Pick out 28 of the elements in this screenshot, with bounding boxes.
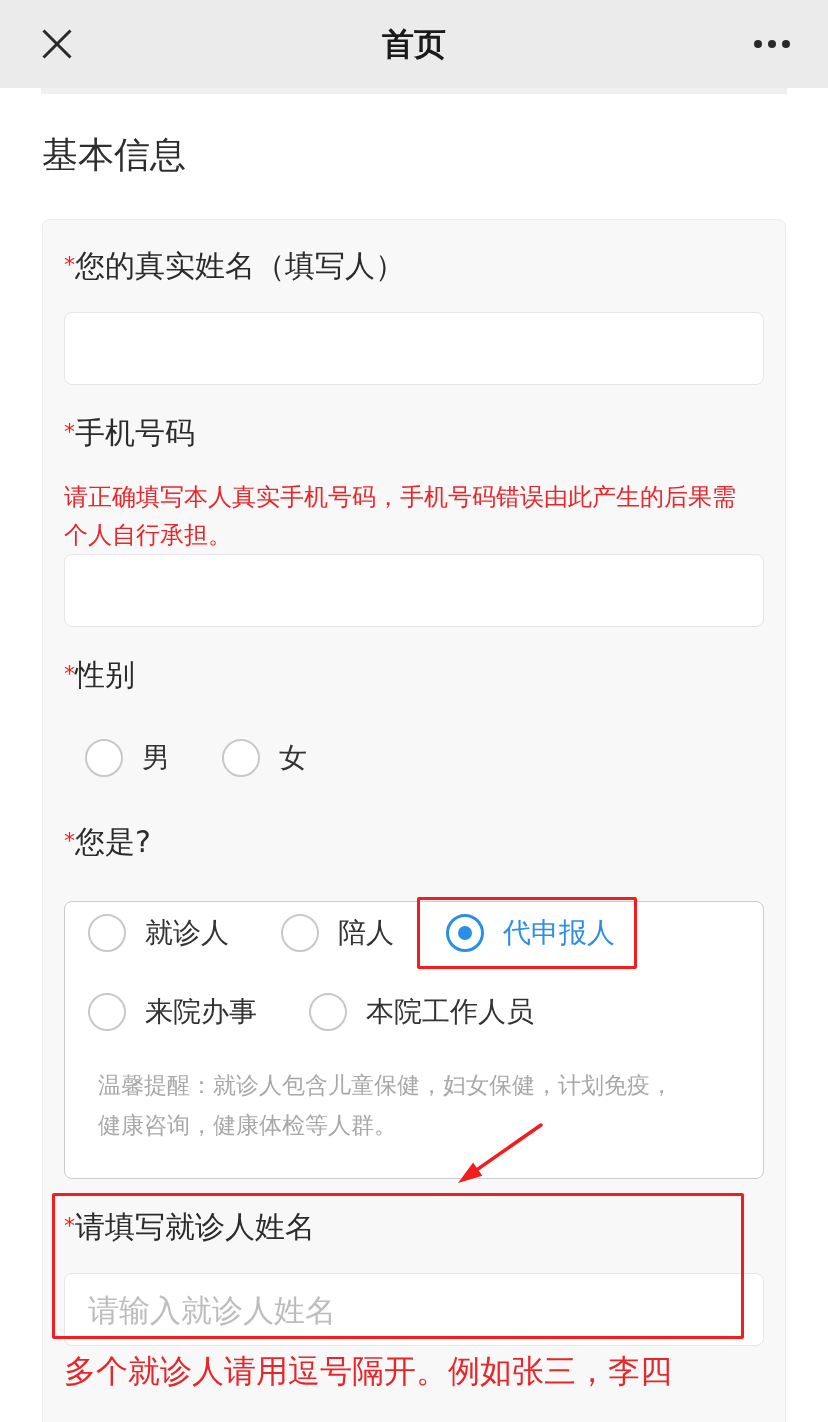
warning-note: 请正确填写本人真实手机号码，手机号码错误由此产生的后果需个人自行承担。 xyxy=(64,482,737,551)
field-label: $^{*}$您是? xyxy=(64,823,151,861)
radio-icon[interactable] xyxy=(88,914,126,952)
field-label: $^{*}$性别 xyxy=(64,656,135,694)
input-field[interactable] xyxy=(64,312,764,385)
hint-text: 多个就诊人请用逗号隔开。例如张三，李四 xyxy=(64,1351,672,1391)
radio-option[interactable]: 男 xyxy=(85,739,170,777)
radio-icon[interactable] xyxy=(88,993,126,1031)
field-label: $^{*}$您的真实姓名（填写人） xyxy=(64,247,405,285)
radio-icon[interactable] xyxy=(85,739,123,777)
radio-option[interactable]: 就诊人 xyxy=(88,914,229,952)
radio-icon[interactable] xyxy=(446,914,484,952)
radio-icon[interactable] xyxy=(281,914,319,952)
field-label: $^{*}$请填写就诊人姓名 xyxy=(64,1208,315,1246)
tip-text: 温馨提醒：就诊人包含儿童保健，妇女保健，计划免疫，健康咨询，健康体检等人群。 xyxy=(98,1071,674,1140)
field-label: $^{*}$手机号码 xyxy=(64,414,195,452)
page-title: 首页 xyxy=(382,24,446,64)
close-icon[interactable] xyxy=(42,29,72,59)
section-title: 基本信息 xyxy=(42,133,186,177)
radio-option[interactable]: 本院工作人员 xyxy=(309,993,534,1031)
input-field[interactable] xyxy=(64,554,764,627)
input-field[interactable]: 请输入就诊人姓名 xyxy=(64,1273,764,1346)
more-icon[interactable] xyxy=(754,40,790,48)
radio-icon[interactable] xyxy=(309,993,347,1031)
radio-icon[interactable] xyxy=(222,739,260,777)
radio-option[interactable]: 女 xyxy=(222,739,307,777)
radio-option[interactable]: 陪人 xyxy=(281,914,394,952)
radio-option[interactable]: 来院办事 xyxy=(88,993,257,1031)
